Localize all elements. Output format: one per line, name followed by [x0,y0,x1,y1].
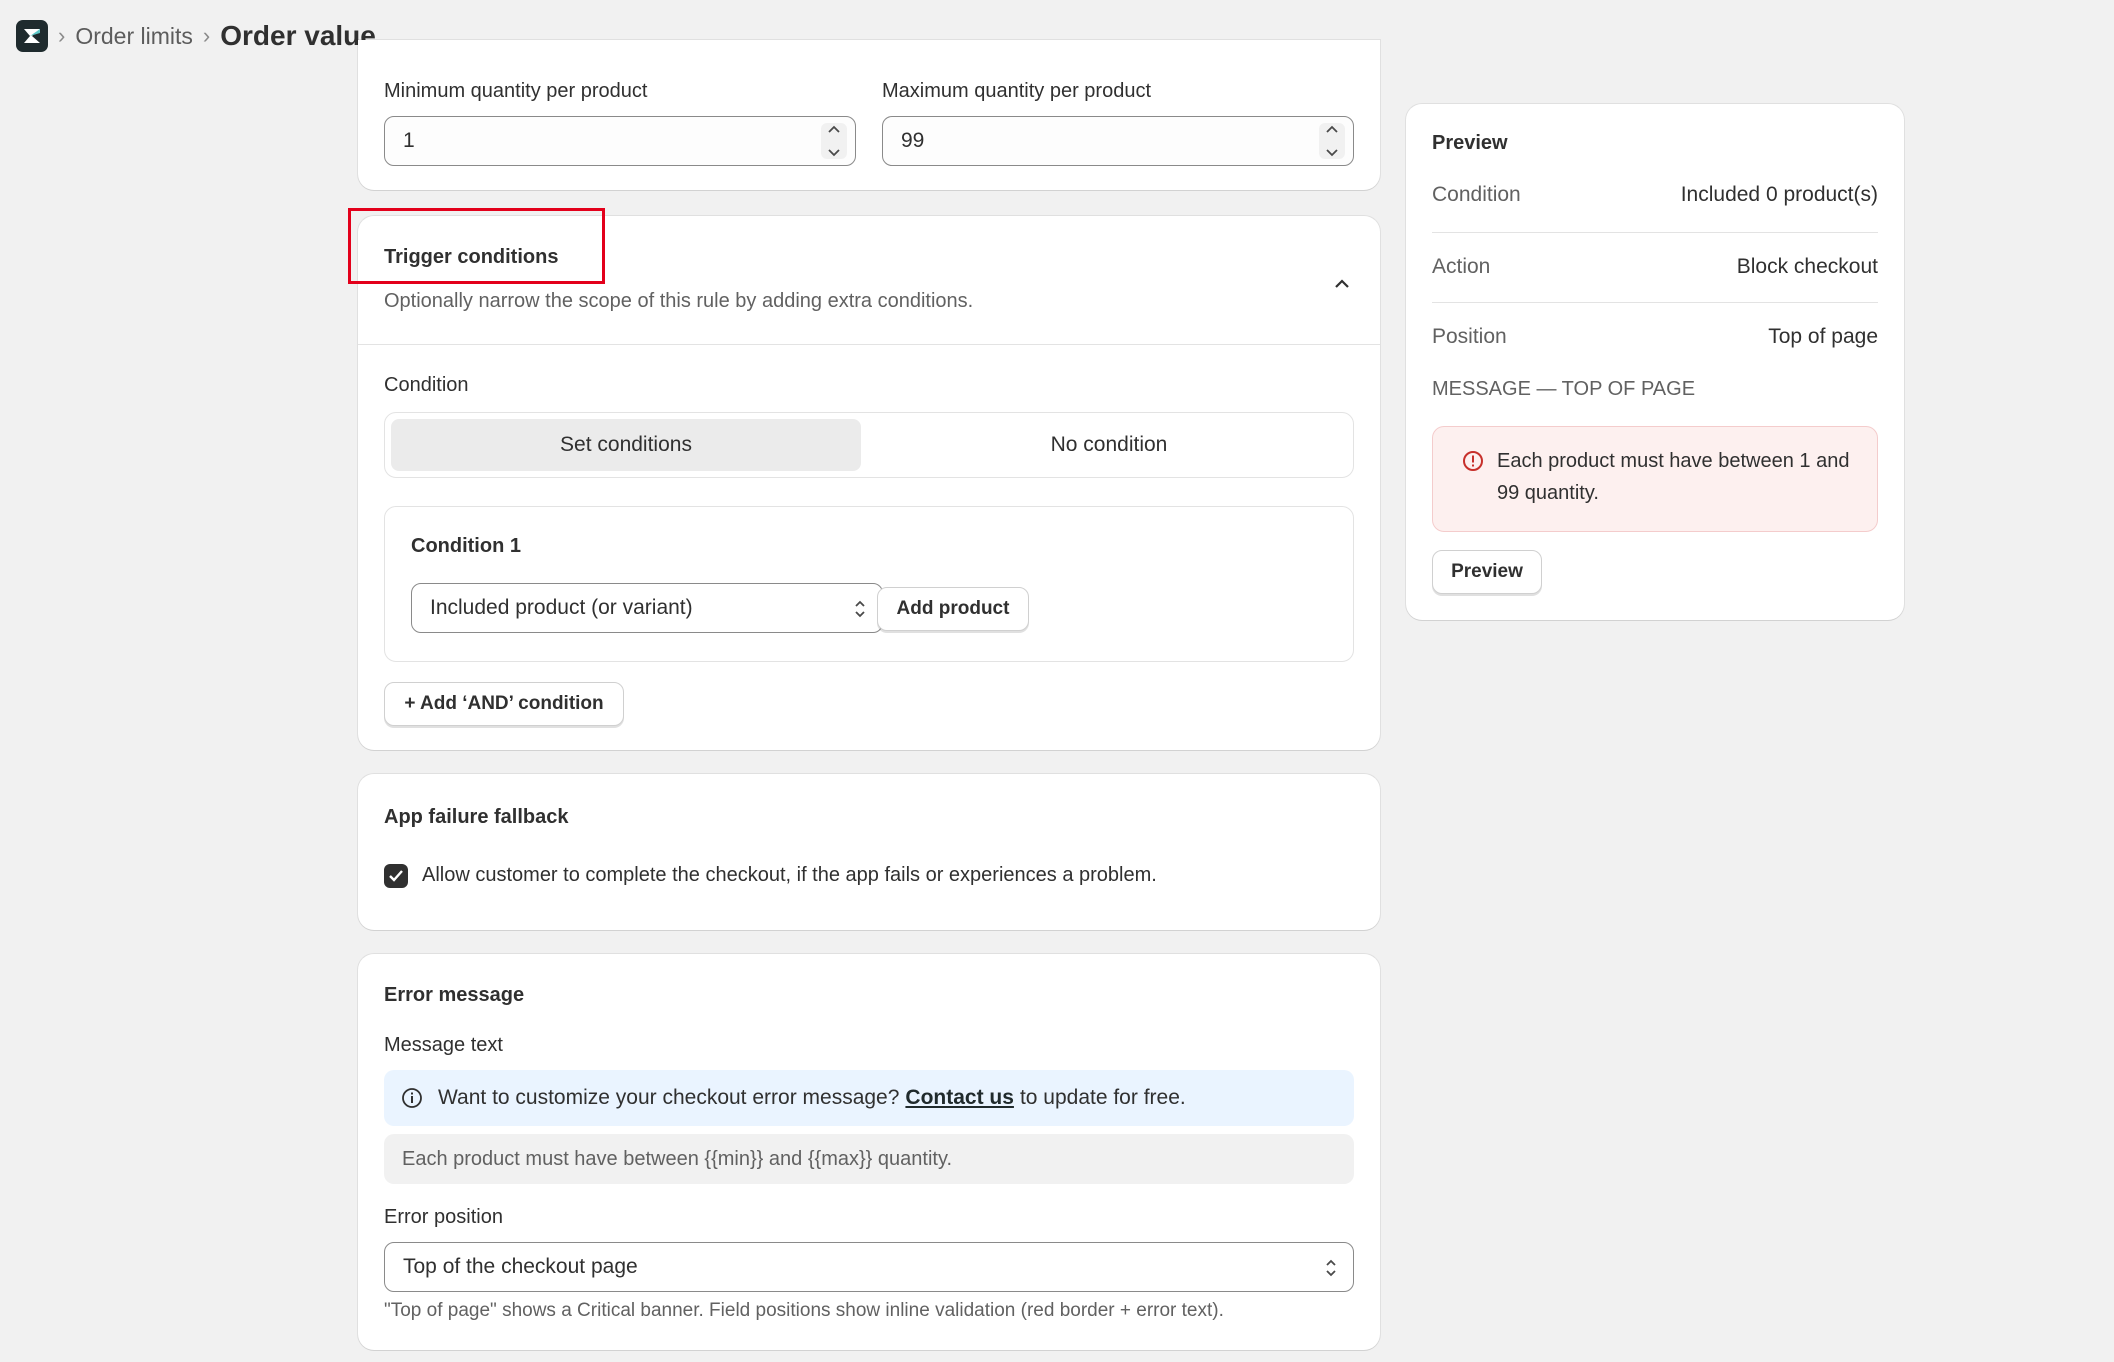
preview-button[interactable]: Preview [1432,550,1542,594]
max-quantity-input[interactable]: 99 [882,116,1354,166]
critical-banner-text: Each product must have between 1 and 99 … [1497,450,1850,504]
min-quantity-label: Minimum quantity per product [384,80,648,102]
collapse-toggle[interactable] [1330,272,1354,296]
preview-value: Block checkout [1736,255,1878,278]
info-icon [402,1088,422,1108]
preview-key: Action [1432,255,1491,278]
preview-key: Condition [1432,183,1521,206]
condition-label: Condition [384,374,469,396]
max-quantity-label: Maximum quantity per product [882,80,1152,102]
fallback-checkbox[interactable] [384,864,408,888]
chevron-up-icon[interactable] [1333,278,1351,290]
error-position-select[interactable]: Top of the checkout page [384,1242,1354,1292]
max-quantity-value: 99 [901,129,925,152]
checkmark-icon [389,870,403,882]
breadcrumb-separator-icon: › [58,23,66,48]
breadcrumb-parent[interactable]: Order limits [75,23,193,50]
message-text-label: Message text [384,1034,503,1056]
preview-value: Top of page [1768,325,1878,348]
condition-1-title: Condition 1 [411,535,521,557]
quantity-card: Minimum quantity per product 1 Maximum q… [358,40,1380,190]
breadcrumb-separator-icon: › [202,23,211,48]
max-quantity-stepper[interactable] [1319,123,1345,159]
message-text-field[interactable]: Each product must have between {{min}} a… [384,1134,1354,1184]
fallback-card: App failure fallback Allow customer to c… [358,774,1380,930]
preview-card: Preview Condition Included 0 product(s) … [1406,104,1904,620]
fallback-title: App failure fallback [384,806,569,828]
chevron-up-icon[interactable] [826,123,842,135]
page-title: Order value [220,20,376,51]
app-logo-icon[interactable] [16,20,48,52]
min-quantity-value: 1 [403,129,415,152]
add-product-button[interactable]: Add product [877,587,1029,631]
min-quantity-stepper[interactable] [821,123,847,159]
trigger-conditions-description: Optionally narrow the scope of this rule… [384,290,974,312]
error-position-value: Top of the checkout page [403,1255,638,1278]
preview-row-position: Position Top of page [1406,302,1904,372]
chevron-down-icon[interactable] [826,147,842,159]
segment-set-conditions[interactable]: Set conditions [391,419,861,471]
condition-type-select[interactable]: Included product (or variant) [411,583,883,633]
error-position-label: Error position [384,1206,503,1228]
min-quantity-input[interactable]: 1 [384,116,856,166]
fallback-checkbox-label[interactable]: Allow customer to complete the checkout,… [422,864,1157,887]
info-text: Want to customize your checkout error me… [438,1086,900,1109]
info-text-after: to update for free. [1019,1086,1186,1109]
preview-key: Position [1432,325,1507,348]
select-chevron-icon [855,600,865,618]
chevron-down-icon[interactable] [1324,147,1340,159]
error-message-card: Error message Message text Want to custo… [358,954,1380,1350]
segment-no-condition[interactable]: No condition [869,419,1349,471]
condition-1-box: Condition 1 Included product (or variant… [384,506,1354,662]
trigger-conditions-card: Trigger conditions Optionally narrow the… [358,216,1380,750]
condition-segmented-control: Set conditions No condition [384,412,1354,478]
error-position-help-text: "Top of page" shows a Critical banner. F… [384,1300,1224,1321]
add-and-condition-button[interactable]: + Add ‘AND’ condition [384,682,624,726]
critical-banner: Each product must have between 1 and 99 … [1432,426,1878,532]
alert-circle-icon [1463,451,1483,471]
section-divider [358,344,1380,345]
preview-value: Included 0 product(s) [1680,183,1878,206]
preview-row-condition: Condition Included 0 product(s) [1406,160,1904,230]
preview-section-label: MESSAGE — TOP OF PAGE [1432,378,1696,400]
highlight-annotation [348,208,605,284]
preview-title: Preview [1432,132,1508,154]
info-banner: Want to customize your checkout error me… [384,1070,1354,1126]
error-message-title: Error message [384,984,525,1006]
condition-type-value: Included product (or variant) [430,596,693,619]
select-chevron-icon [1326,1259,1336,1277]
chevron-up-icon[interactable] [1324,123,1340,135]
contact-us-link[interactable]: Contact us [905,1086,1014,1110]
preview-row-action: Action Block checkout [1406,232,1904,302]
